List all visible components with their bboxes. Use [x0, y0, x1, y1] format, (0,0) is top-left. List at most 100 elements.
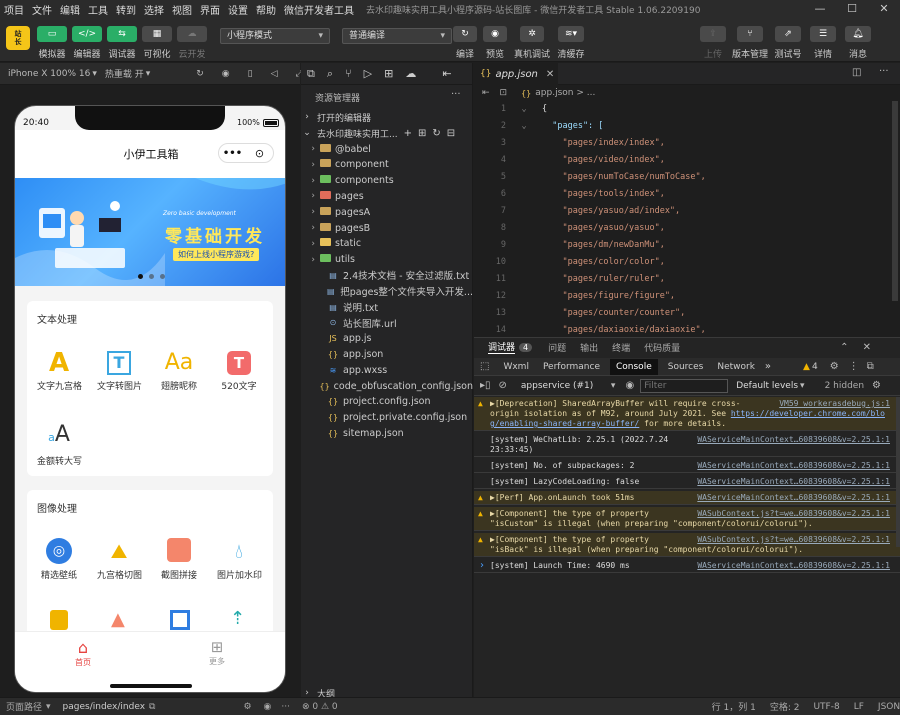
search-icon[interactable]: ⌕: [327, 67, 333, 81]
menu-item-view[interactable]: 视图: [168, 2, 196, 17]
remote-debug-button[interactable]: 真机调试: [512, 47, 552, 60]
details-icon[interactable]: ☰: [810, 26, 836, 42]
close-capsule-icon[interactable]: ⊙: [246, 147, 273, 160]
refresh-icon[interactable]: ↻: [196, 69, 204, 79]
tab-output[interactable]: 输出: [580, 341, 598, 354]
visual-button[interactable]: 可视化: [142, 47, 172, 60]
capsule-menu[interactable]: ••• ⊙: [218, 143, 274, 163]
collapse-all-icon[interactable]: ⊟: [447, 128, 455, 139]
compile-select[interactable]: 普通编译 ▾: [342, 28, 452, 44]
file-tree-item[interactable]: › pages: [301, 188, 473, 204]
record-icon[interactable]: ◉: [222, 69, 230, 79]
cloud-icon[interactable]: ☁: [177, 26, 207, 42]
bell-icon[interactable]: 🔔︎: [845, 26, 871, 42]
grid-item-text-image[interactable]: T 文字转图片: [97, 349, 142, 392]
clear-cache-button[interactable]: 清缓存: [554, 47, 588, 60]
menu-item-project[interactable]: 项目: [0, 2, 28, 17]
kebab-icon[interactable]: ⋮: [849, 361, 859, 372]
menu-item-edit[interactable]: 编辑: [56, 2, 84, 17]
console-message[interactable]: [system] LazyCodeLoading: false WAService…: [474, 475, 900, 489]
fold-icon[interactable]: ⌄: [506, 101, 542, 118]
more-icon[interactable]: ···: [879, 66, 889, 77]
console-message[interactable]: ▲ ▶[Component] the type of property "isCus…: [474, 507, 900, 531]
phone-icon[interactable]: ▯: [248, 69, 253, 79]
editor-tab[interactable]: {} app.json ✕: [474, 63, 558, 85]
menu-item-file[interactable]: 文件: [28, 2, 56, 17]
clear-console-icon[interactable]: ⊘: [499, 380, 507, 391]
editor-scrollbar[interactable]: [892, 101, 898, 301]
test-account-icon[interactable]: ⇗: [775, 26, 801, 42]
dock-icon[interactable]: ⧉: [867, 361, 874, 372]
preview-icon[interactable]: ◉: [483, 26, 507, 42]
refresh-icon[interactable]: ↻: [432, 128, 440, 139]
bookmark-icon[interactable]: ⊡: [500, 88, 508, 98]
message-source-link[interactable]: WAServiceMainContext…60839608&v=2.25.1:1: [693, 435, 890, 445]
devtab-console[interactable]: Console: [610, 358, 658, 375]
file-tree-item[interactable]: ▤ 说明.txt: [301, 299, 473, 315]
cursor-position[interactable]: 行 1，列 1: [712, 700, 756, 713]
file-tree-item[interactable]: › pagesB: [301, 220, 473, 236]
grid-item-stitch[interactable]: 截图拼接: [157, 538, 201, 581]
console-message[interactable]: ▲ ▶[Deprecation] SharedArrayBuffer will r…: [474, 397, 900, 431]
device-select[interactable]: iPhone X 100% 16: [8, 69, 90, 79]
devtab-network[interactable]: Network: [717, 362, 755, 372]
source-control-icon[interactable]: ⑂: [345, 67, 352, 80]
menu-item-settings[interactable]: 设置: [224, 2, 252, 17]
copy-icon[interactable]: ⧉: [149, 702, 155, 712]
new-folder-icon[interactable]: ⊞: [418, 128, 426, 139]
page-path[interactable]: pages/index/index: [63, 702, 145, 712]
file-tree-item[interactable]: › utils: [301, 252, 473, 268]
details-button[interactable]: 详情: [806, 47, 840, 60]
more-icon[interactable]: ···: [281, 702, 290, 712]
file-tree-item[interactable]: {} app.json: [301, 346, 473, 362]
close-panel-icon[interactable]: ✕: [863, 342, 871, 353]
mode-select[interactable]: 小程序模式 ▾: [220, 28, 330, 44]
editor-button[interactable]: 编辑器: [72, 47, 102, 60]
grid-item-wing-name[interactable]: Aa 翅膀昵称: [157, 349, 201, 392]
grid-item-wallpaper[interactable]: ◎ 精选壁纸: [37, 538, 81, 581]
eye-icon[interactable]: ◉: [625, 380, 634, 391]
new-file-icon[interactable]: +: [404, 128, 412, 139]
menu-item-select[interactable]: 选择: [140, 2, 168, 17]
preview-button[interactable]: 预览: [479, 47, 511, 60]
encoding[interactable]: UTF-8: [813, 702, 839, 712]
file-icon[interactable]: [50, 610, 68, 630]
upload-button[interactable]: 上传: [697, 47, 729, 60]
grid-item-grid-cut[interactable]: ⛰ 九宫格切图: [97, 538, 142, 581]
levels-select[interactable]: Default levels: [736, 381, 798, 391]
messages-button[interactable]: 消息: [841, 47, 875, 60]
filter-input[interactable]: [640, 378, 729, 393]
prompt-icon[interactable]: ›: [480, 560, 484, 571]
context-select[interactable]: appservice (#1): [521, 381, 611, 391]
minimize-icon[interactable]: —: [804, 0, 836, 18]
grid-item-520[interactable]: T 520文字: [217, 349, 261, 392]
extensions-icon[interactable]: ⊞: [384, 67, 393, 80]
message-source-link[interactable]: WAServiceMainContext…60839608&v=2.25.1:1: [693, 477, 890, 487]
files-icon[interactable]: ⧉: [307, 67, 315, 81]
close-tab-icon[interactable]: ✕: [546, 69, 554, 80]
devtab-performance[interactable]: Performance: [543, 362, 600, 372]
indentation[interactable]: 空格: 2: [770, 700, 800, 713]
remote-debug-icon[interactable]: ✲: [520, 26, 544, 42]
upload-icon[interactable]: ⇪: [700, 26, 726, 42]
console-message[interactable]: [system] WeChatLib: 2.25.1 (2022.7.24 23:…: [474, 433, 900, 457]
console-message[interactable]: [system] Launch Time: 4690 ms WAServiceMa…: [474, 559, 900, 573]
file-tree-item[interactable]: ≋ app.wxss: [301, 362, 473, 378]
tab-problems[interactable]: 问题: [548, 341, 566, 354]
simulator-icon[interactable]: ▭: [37, 26, 67, 42]
message-source-link[interactable]: WASubContext.js?t=we…60839608&v=2.25.1:1: [693, 535, 890, 545]
editor-icon[interactable]: </>: [72, 26, 102, 42]
message-source-link[interactable]: VM59 workerasdebug.js:1: [775, 399, 890, 409]
compile-button[interactable]: 编译: [449, 47, 481, 60]
compile-icon[interactable]: ↻: [453, 26, 477, 42]
file-tree-item[interactable]: › pagesA: [301, 204, 473, 220]
file-tree-item[interactable]: {} project.config.json: [301, 394, 473, 410]
tab-home[interactable]: ⌂ 首页: [65, 638, 101, 668]
code-area[interactable]: 1 ⌄{2 ⌄ "pages": [3 "pages/index/index", 4 …: [474, 101, 900, 336]
collapse-icon[interactable]: ⇤: [442, 67, 451, 80]
tab-more[interactable]: ⊞ 更多: [199, 638, 235, 667]
file-tree-item[interactable]: › components: [301, 173, 473, 189]
more-dots-icon[interactable]: •••: [219, 148, 246, 159]
more-tabs-icon[interactable]: »: [765, 361, 771, 372]
close-icon[interactable]: ✕: [868, 0, 900, 18]
